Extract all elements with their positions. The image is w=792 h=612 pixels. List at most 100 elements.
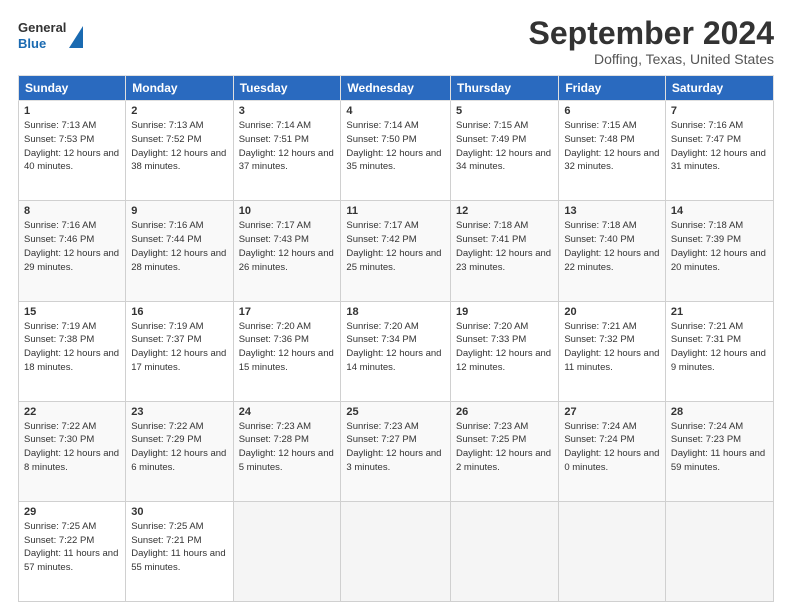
calendar-week-row: 15 Sunrise: 7:19 AM Sunset: 7:38 PM Dayl… — [19, 301, 774, 401]
day-number: 29 — [24, 506, 120, 518]
sunrise-label: Sunrise: 7:20 AM — [239, 321, 311, 332]
day-info: Sunrise: 7:24 AM Sunset: 7:24 PM Dayligh… — [564, 420, 660, 475]
daylight-label: Daylight: 12 hours and 22 minutes. — [564, 248, 659, 273]
calendar-cell: 29 Sunrise: 7:25 AM Sunset: 7:22 PM Dayl… — [19, 501, 126, 601]
daylight-label: Daylight: 12 hours and 25 minutes. — [346, 248, 441, 273]
calendar-header-friday: Friday — [559, 76, 666, 101]
daylight-label: Daylight: 12 hours and 40 minutes. — [24, 148, 119, 173]
day-number: 10 — [239, 205, 336, 217]
daylight-label: Daylight: 12 hours and 20 minutes. — [671, 248, 766, 273]
sunrise-label: Sunrise: 7:13 AM — [131, 120, 203, 131]
sunset-label: Sunset: 7:27 PM — [346, 434, 416, 445]
daylight-label: Daylight: 12 hours and 8 minutes. — [24, 448, 119, 473]
day-number: 12 — [456, 205, 553, 217]
day-number: 1 — [24, 105, 120, 117]
day-number: 14 — [671, 205, 768, 217]
day-number: 27 — [564, 406, 660, 418]
sunset-label: Sunset: 7:38 PM — [24, 334, 94, 345]
sunset-label: Sunset: 7:44 PM — [131, 234, 201, 245]
calendar-header-monday: Monday — [126, 76, 233, 101]
logo: General Blue — [18, 20, 83, 51]
day-number: 6 — [564, 105, 660, 117]
calendar-cell: 26 Sunrise: 7:23 AM Sunset: 7:25 PM Dayl… — [451, 401, 559, 501]
sunrise-label: Sunrise: 7:21 AM — [671, 321, 743, 332]
daylight-label: Daylight: 12 hours and 34 minutes. — [456, 148, 551, 173]
calendar-cell: 3 Sunrise: 7:14 AM Sunset: 7:51 PM Dayli… — [233, 101, 341, 201]
day-info: Sunrise: 7:17 AM Sunset: 7:42 PM Dayligh… — [346, 219, 445, 274]
calendar-week-row: 8 Sunrise: 7:16 AM Sunset: 7:46 PM Dayli… — [19, 201, 774, 301]
calendar-header-wednesday: Wednesday — [341, 76, 451, 101]
sunrise-label: Sunrise: 7:14 AM — [239, 120, 311, 131]
calendar-cell: 22 Sunrise: 7:22 AM Sunset: 7:30 PM Dayl… — [19, 401, 126, 501]
calendar-header-thursday: Thursday — [451, 76, 559, 101]
sunrise-label: Sunrise: 7:23 AM — [456, 421, 528, 432]
sunrise-label: Sunrise: 7:25 AM — [131, 521, 203, 532]
sunrise-label: Sunrise: 7:24 AM — [671, 421, 743, 432]
daylight-label: Daylight: 12 hours and 6 minutes. — [131, 448, 226, 473]
day-number: 30 — [131, 506, 227, 518]
calendar-week-row: 1 Sunrise: 7:13 AM Sunset: 7:53 PM Dayli… — [19, 101, 774, 201]
sunrise-label: Sunrise: 7:20 AM — [346, 321, 418, 332]
sunrise-label: Sunrise: 7:25 AM — [24, 521, 96, 532]
logo-blue: Blue — [18, 36, 66, 52]
day-info: Sunrise: 7:16 AM Sunset: 7:44 PM Dayligh… — [131, 219, 227, 274]
daylight-label: Daylight: 12 hours and 29 minutes. — [24, 248, 119, 273]
sunset-label: Sunset: 7:49 PM — [456, 134, 526, 145]
daylight-label: Daylight: 12 hours and 12 minutes. — [456, 348, 551, 373]
daylight-label: Daylight: 12 hours and 17 minutes. — [131, 348, 226, 373]
day-number: 17 — [239, 306, 336, 318]
day-number: 8 — [24, 205, 120, 217]
daylight-label: Daylight: 12 hours and 15 minutes. — [239, 348, 334, 373]
daylight-label: Daylight: 11 hours and 55 minutes. — [131, 548, 225, 573]
sunset-label: Sunset: 7:34 PM — [346, 334, 416, 345]
sunset-label: Sunset: 7:47 PM — [671, 134, 741, 145]
day-info: Sunrise: 7:20 AM Sunset: 7:36 PM Dayligh… — [239, 320, 336, 375]
calendar-title: September 2024 — [529, 16, 774, 51]
logo-text: General Blue — [18, 20, 66, 51]
sunset-label: Sunset: 7:24 PM — [564, 434, 634, 445]
sunrise-label: Sunrise: 7:20 AM — [456, 321, 528, 332]
calendar-cell: 8 Sunrise: 7:16 AM Sunset: 7:46 PM Dayli… — [19, 201, 126, 301]
sunrise-label: Sunrise: 7:23 AM — [239, 421, 311, 432]
day-info: Sunrise: 7:23 AM Sunset: 7:25 PM Dayligh… — [456, 420, 553, 475]
day-info: Sunrise: 7:18 AM Sunset: 7:40 PM Dayligh… — [564, 219, 660, 274]
day-number: 19 — [456, 306, 553, 318]
day-info: Sunrise: 7:16 AM Sunset: 7:47 PM Dayligh… — [671, 119, 768, 174]
day-info: Sunrise: 7:13 AM Sunset: 7:52 PM Dayligh… — [131, 119, 227, 174]
sunrise-label: Sunrise: 7:17 AM — [346, 220, 418, 231]
sunset-label: Sunset: 7:51 PM — [239, 134, 309, 145]
sunset-label: Sunset: 7:21 PM — [131, 535, 201, 546]
daylight-label: Daylight: 12 hours and 32 minutes. — [564, 148, 659, 173]
day-info: Sunrise: 7:18 AM Sunset: 7:39 PM Dayligh… — [671, 219, 768, 274]
sunset-label: Sunset: 7:40 PM — [564, 234, 634, 245]
day-number: 21 — [671, 306, 768, 318]
sunset-label: Sunset: 7:53 PM — [24, 134, 94, 145]
daylight-label: Daylight: 12 hours and 3 minutes. — [346, 448, 441, 473]
calendar-cell: 13 Sunrise: 7:18 AM Sunset: 7:40 PM Dayl… — [559, 201, 666, 301]
day-number: 20 — [564, 306, 660, 318]
calendar-cell: 6 Sunrise: 7:15 AM Sunset: 7:48 PM Dayli… — [559, 101, 666, 201]
day-info: Sunrise: 7:23 AM Sunset: 7:27 PM Dayligh… — [346, 420, 445, 475]
day-number: 23 — [131, 406, 227, 418]
sunrise-label: Sunrise: 7:23 AM — [346, 421, 418, 432]
calendar-cell: 18 Sunrise: 7:20 AM Sunset: 7:34 PM Dayl… — [341, 301, 451, 401]
calendar-cell — [233, 501, 341, 601]
daylight-label: Daylight: 12 hours and 11 minutes. — [564, 348, 659, 373]
day-info: Sunrise: 7:15 AM Sunset: 7:48 PM Dayligh… — [564, 119, 660, 174]
daylight-label: Daylight: 12 hours and 18 minutes. — [24, 348, 119, 373]
sunset-label: Sunset: 7:30 PM — [24, 434, 94, 445]
calendar-header-sunday: Sunday — [19, 76, 126, 101]
header: General Blue September 2024 Doffing, Tex… — [18, 16, 774, 67]
sunrise-label: Sunrise: 7:18 AM — [564, 220, 636, 231]
daylight-label: Daylight: 12 hours and 26 minutes. — [239, 248, 334, 273]
calendar-cell: 28 Sunrise: 7:24 AM Sunset: 7:23 PM Dayl… — [665, 401, 773, 501]
sunset-label: Sunset: 7:29 PM — [131, 434, 201, 445]
day-info: Sunrise: 7:25 AM Sunset: 7:21 PM Dayligh… — [131, 520, 227, 575]
calendar-cell — [665, 501, 773, 601]
daylight-label: Daylight: 12 hours and 0 minutes. — [564, 448, 659, 473]
calendar-subtitle: Doffing, Texas, United States — [529, 51, 774, 67]
daylight-label: Daylight: 11 hours and 59 minutes. — [671, 448, 765, 473]
calendar-cell: 2 Sunrise: 7:13 AM Sunset: 7:52 PM Dayli… — [126, 101, 233, 201]
day-info: Sunrise: 7:19 AM Sunset: 7:38 PM Dayligh… — [24, 320, 120, 375]
day-info: Sunrise: 7:14 AM Sunset: 7:51 PM Dayligh… — [239, 119, 336, 174]
